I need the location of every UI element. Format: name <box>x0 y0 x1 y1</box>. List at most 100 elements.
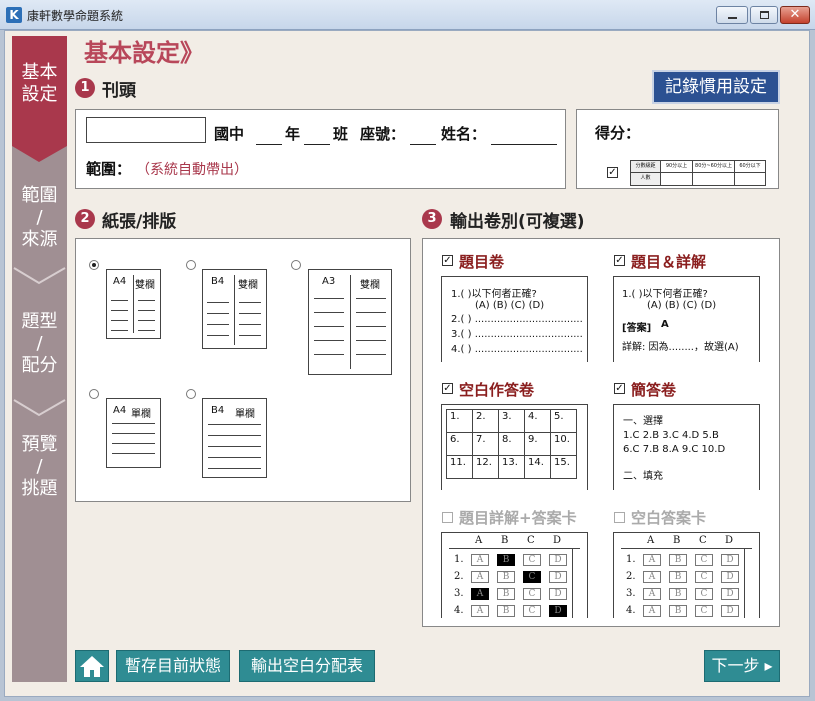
paper-a3-double-radio[interactable] <box>291 260 301 270</box>
preview-choices: (A) (B) (C) (D) <box>647 300 717 311</box>
paper-a4-double-radio[interactable] <box>89 260 99 270</box>
maximize-icon <box>760 11 769 19</box>
card-row-label: 2. <box>454 571 464 582</box>
answer-grid-cell: 7. <box>472 432 499 456</box>
card-bubble: C <box>695 554 713 566</box>
save-preference-button[interactable]: 記錄慣用設定 <box>652 70 780 104</box>
card-bubble: A <box>471 588 489 600</box>
school-label: 國中 <box>214 125 245 143</box>
text-line <box>138 310 155 311</box>
score-table-header: 60分以下 <box>735 161 765 173</box>
column-divider <box>234 275 235 345</box>
paper-cols-label: 單欄 <box>235 409 255 420</box>
text-line <box>314 354 344 355</box>
card-row-label: 3. <box>626 588 636 599</box>
card-row-label: 1. <box>626 554 636 565</box>
text-line <box>112 433 155 434</box>
class-label: 班 <box>333 125 349 143</box>
text-line <box>207 302 229 303</box>
card-bubble: C <box>695 588 713 600</box>
text-line <box>208 446 261 447</box>
text-line <box>112 453 155 454</box>
brief-answer-title[interactable]: 簡答卷 <box>631 379 676 400</box>
card-bubble: A <box>643 554 661 566</box>
column-divider <box>133 275 134 333</box>
sidebar-tab-preview[interactable]: 預覽 / 挑題 <box>12 434 67 504</box>
score-table-header: 分數級距 <box>631 161 661 173</box>
paper-a4-single-radio[interactable] <box>89 389 99 399</box>
next-step-button[interactable]: 下一步 ▸ <box>704 650 780 682</box>
brief-answer-checkbox[interactable]: ✓ <box>614 383 625 394</box>
text-line <box>208 468 261 469</box>
card-bubble: D <box>721 605 739 617</box>
question-answer-title[interactable]: 題目＆詳解 <box>631 251 706 272</box>
close-button[interactable]: ✕ <box>780 6 810 24</box>
seat-label: 座號： <box>360 125 406 143</box>
minimize-button[interactable] <box>716 6 748 24</box>
card-bubble: B <box>669 554 687 566</box>
paper-b4-single-radio[interactable] <box>186 389 196 399</box>
section-1-title: 刊頭 <box>102 81 136 101</box>
answer-grid-cell: 5. <box>550 409 577 433</box>
save-state-button[interactable]: 暫存目前狀態 <box>116 650 230 682</box>
score-table-checkbox[interactable]: ✓ <box>607 167 618 178</box>
text-line <box>356 298 386 299</box>
text-line <box>207 313 229 314</box>
paper-size-label: B4 <box>211 276 225 287</box>
paper-cols-label: 雙欄 <box>360 280 380 291</box>
question-paper-checkbox[interactable]: ✓ <box>442 255 453 266</box>
card-bubble: C <box>695 605 713 617</box>
card-bubble: D <box>721 588 739 600</box>
section-2-number: 2 <box>75 209 95 229</box>
range-value: （系統自動帶出） <box>136 162 248 178</box>
sidebar-tab-basic-label: 基本 設定 <box>21 62 58 105</box>
card-right-rule <box>744 548 745 618</box>
maximize-button[interactable] <box>750 6 778 24</box>
section-3-title: 輸出卷別(可複選) <box>450 212 585 232</box>
card-bubble: B <box>669 571 687 583</box>
minimize-icon <box>728 17 737 19</box>
answer-card-filled: A B C D 1. A B C D 2. A B C D 3. A B C D 4. A B C D <box>441 532 588 618</box>
section-3-number: 3 <box>422 209 442 229</box>
paper-size-label: A4 <box>113 276 127 287</box>
blank-answer-sheet-title[interactable]: 空白作答卷 <box>459 379 534 400</box>
answer-grid-cell: 9. <box>524 432 551 456</box>
answer-grid-cell: 3. <box>498 409 525 433</box>
answer-card-with-key-checkbox[interactable] <box>442 512 453 523</box>
school-name-input[interactable] <box>86 117 206 143</box>
blank-answer-card-checkbox[interactable] <box>614 512 625 523</box>
card-bubble: B <box>497 571 515 583</box>
sidebar-tab-question-type[interactable]: 題型 / 配分 <box>12 311 67 381</box>
preview-answer-value: A <box>661 319 669 330</box>
text-line <box>314 312 344 313</box>
card-bubble: A <box>471 605 489 617</box>
card-column-header: D <box>553 535 562 546</box>
card-row-label: 2. <box>626 571 636 582</box>
answer-grid-cell: 15. <box>550 455 577 479</box>
text-line <box>111 300 128 301</box>
card-row-label: 4. <box>626 605 636 616</box>
card-bubble: C <box>523 588 541 600</box>
card-bubble: C <box>523 571 541 583</box>
export-blank-table-button[interactable]: 輸出空白分配表 <box>239 650 375 682</box>
blank-answer-sheet-checkbox[interactable]: ✓ <box>442 383 453 394</box>
text-line <box>239 324 261 325</box>
preview-line: 2.( ) .................................. <box>451 314 583 325</box>
preview-choices: (A) (B) (C) (D) <box>475 300 545 311</box>
card-bubble: D <box>549 554 567 566</box>
card-bubble: B <box>497 605 515 617</box>
sidebar-tab-range[interactable]: 範圍 / 來源 <box>12 185 67 255</box>
text-line <box>356 326 386 327</box>
window-title: 康軒數學命題系統 <box>27 9 124 23</box>
text-line <box>314 340 344 341</box>
question-answer-checkbox[interactable]: ✓ <box>614 255 625 266</box>
question-paper-title[interactable]: 題目卷 <box>459 251 504 272</box>
home-button[interactable] <box>75 650 109 682</box>
active-tab-arrow <box>12 146 67 162</box>
answer-grid-cell: 12. <box>472 455 499 479</box>
answer-grid-cell: 6. <box>446 432 473 456</box>
name-label: 姓名： <box>441 125 487 143</box>
paper-b4-double-radio[interactable] <box>186 260 196 270</box>
card-column-header: A <box>647 535 655 546</box>
blank-answer-card-title: 空白答案卡 <box>631 509 707 527</box>
